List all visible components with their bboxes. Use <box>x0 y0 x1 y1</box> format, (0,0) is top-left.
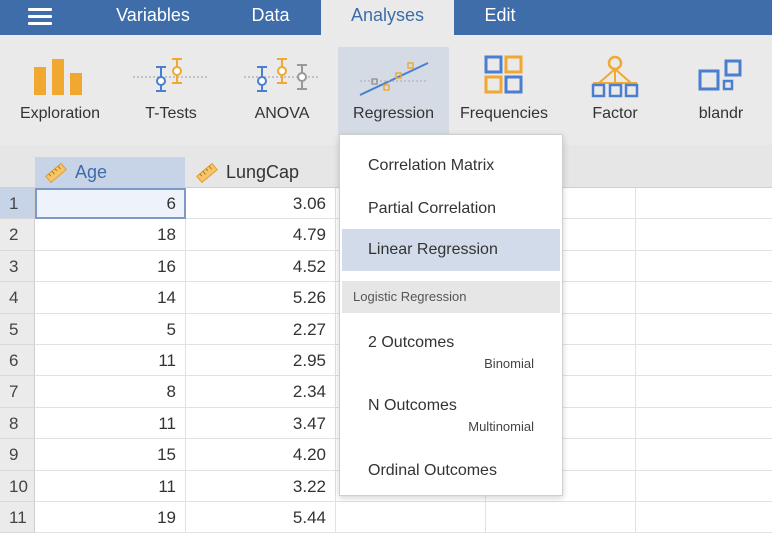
menu-item-2-outcomes[interactable]: 2 Outcomes Binomial <box>342 331 560 377</box>
tab-data[interactable]: Data <box>222 0 319 35</box>
regression-dropdown-menu: Correlation Matrix Partial Correlation L… <box>339 134 563 496</box>
menu-item-correlation-matrix[interactable]: Correlation Matrix <box>342 151 560 181</box>
blandr-button[interactable]: blandr <box>670 47 772 129</box>
cell-lungcap[interactable]: 2.27 <box>186 314 336 345</box>
cell-age[interactable]: 18 <box>35 219 186 251</box>
exploration-label: Exploration <box>19 105 101 122</box>
cell-age[interactable]: 11 <box>35 471 186 502</box>
blandr-label: blandr <box>698 105 744 122</box>
t-tests-button[interactable]: T-Tests <box>115 47 227 129</box>
menu-item-sublabel: Binomial <box>484 356 534 371</box>
ruler-icon <box>45 162 67 184</box>
cell-age[interactable]: 8 <box>35 376 186 408</box>
menu-item-label: 2 Outcomes <box>368 334 455 351</box>
cell-age[interactable]: 6 <box>35 188 186 219</box>
frequencies-icon <box>448 55 560 99</box>
row-number[interactable]: 3 <box>0 251 35 282</box>
column-header-age[interactable]: Age <box>35 157 185 187</box>
menu-item-label: N Outcomes <box>368 397 457 414</box>
anova-button[interactable]: ANOVA <box>226 47 338 129</box>
empty-cell[interactable] <box>336 502 772 533</box>
regression-button[interactable]: Regression <box>338 47 449 135</box>
menu-item-n-outcomes[interactable]: N Outcomes Multinomial <box>342 394 560 440</box>
anova-label: ANOVA <box>254 105 310 122</box>
t-test-icon <box>115 55 227 99</box>
menu-item-ordinal-outcomes[interactable]: Ordinal Outcomes <box>342 457 560 485</box>
cell-lungcap[interactable]: 2.34 <box>186 376 336 408</box>
factor-label: Factor <box>592 105 638 122</box>
regression-icon <box>338 55 449 99</box>
exploration-button[interactable]: Exploration <box>4 47 116 129</box>
bar-chart-icon <box>4 55 116 99</box>
column-name-age: Age <box>75 162 108 182</box>
frequencies-label: Frequencies <box>459 105 549 122</box>
menu-item-partial-correlation[interactable]: Partial Correlation <box>342 194 560 224</box>
tab-edit[interactable]: Edit <box>455 0 545 35</box>
tab-variables[interactable]: Variables <box>97 0 209 35</box>
regression-label: Regression <box>353 105 434 122</box>
analyses-ribbon: Exploration T-Tests ANOVA Regression Fre… <box>0 35 772 145</box>
column-name-lungcap: LungCap <box>226 162 300 182</box>
row-number[interactable]: 10 <box>0 471 35 502</box>
row-number[interactable]: 7 <box>0 376 35 408</box>
cell-lungcap[interactable]: 5.44 <box>186 502 336 533</box>
cell-lungcap[interactable]: 4.52 <box>186 251 336 282</box>
anova-icon <box>226 55 338 99</box>
tab-analyses[interactable]: Analyses <box>321 0 454 35</box>
row-number[interactable]: 6 <box>0 345 35 376</box>
cell-lungcap[interactable]: 4.79 <box>186 219 336 251</box>
section-header-logistic-regression: Logistic Regression <box>342 281 560 313</box>
menu-bar: Variables Data Analyses Edit <box>0 0 772 35</box>
row-number[interactable]: 1 <box>0 188 35 219</box>
cell-age[interactable]: 11 <box>35 408 186 439</box>
cell-lungcap[interactable]: 2.95 <box>186 345 336 376</box>
cell-lungcap[interactable]: 3.47 <box>186 408 336 439</box>
row-number[interactable]: 9 <box>0 439 35 471</box>
cell-lungcap[interactable]: 3.06 <box>186 188 336 219</box>
menu-item-sublabel: Multinomial <box>468 419 534 434</box>
cell-age[interactable]: 5 <box>35 314 186 345</box>
factor-icon <box>559 55 671 99</box>
menu-item-linear-regression[interactable]: Linear Regression <box>342 229 560 271</box>
hamburger-menu-icon[interactable] <box>28 7 52 27</box>
frequencies-button[interactable]: Frequencies <box>448 47 560 129</box>
factor-button[interactable]: Factor <box>559 47 671 129</box>
cell-age[interactable]: 14 <box>35 282 186 314</box>
cell-age[interactable]: 15 <box>35 439 186 471</box>
cell-lungcap[interactable]: 3.22 <box>186 471 336 502</box>
ruler-icon <box>196 162 218 184</box>
cell-age[interactable]: 16 <box>35 251 186 282</box>
row-number[interactable]: 4 <box>0 282 35 314</box>
cell-age[interactable]: 11 <box>35 345 186 376</box>
t-tests-label: T-Tests <box>145 105 197 122</box>
blandr-icon <box>670 55 772 99</box>
row-number[interactable]: 11 <box>0 502 35 533</box>
cell-lungcap[interactable]: 5.26 <box>186 282 336 314</box>
cell-age[interactable]: 19 <box>35 502 186 533</box>
row-number[interactable]: 5 <box>0 314 35 345</box>
row-number[interactable]: 2 <box>0 219 35 251</box>
row-number[interactable]: 8 <box>0 408 35 439</box>
column-header-lungcap[interactable]: LungCap <box>186 157 336 187</box>
cell-lungcap[interactable]: 4.20 <box>186 439 336 471</box>
